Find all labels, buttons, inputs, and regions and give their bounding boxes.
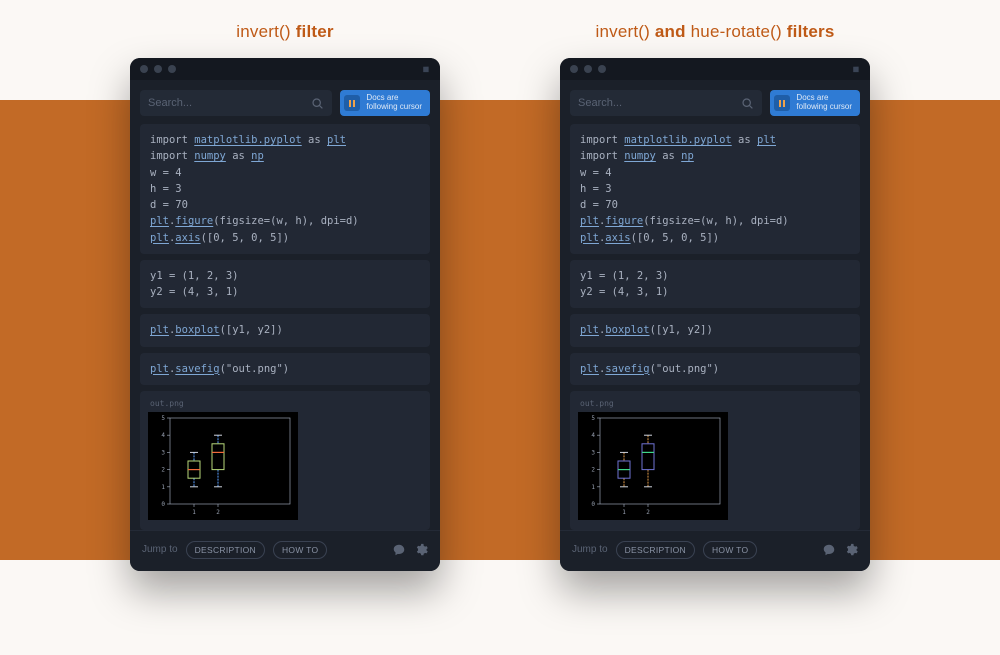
code-cell-3[interactable]: plt.boxplot([y1, y2]) xyxy=(570,314,860,346)
link-matplotlib[interactable]: matplotlib.pyplot xyxy=(194,134,301,146)
link-figure[interactable]: figure xyxy=(175,215,213,227)
svg-text:3: 3 xyxy=(161,449,165,456)
code-cell-4[interactable]: plt.savefig("out.png") xyxy=(570,353,860,385)
howto-button[interactable]: HOW TO xyxy=(703,541,757,559)
svg-text:1: 1 xyxy=(192,509,196,516)
traffic-lights xyxy=(570,65,606,73)
jump-to-label: Jump to xyxy=(142,544,178,555)
footer: Jump to DESCRIPTION HOW TO xyxy=(130,530,440,571)
svg-text:2: 2 xyxy=(646,509,650,516)
output-panel: out.png 0 1 2 3 4 5 1 2 xyxy=(570,391,860,530)
search-input[interactable] xyxy=(148,97,311,109)
output-filename: out.png xyxy=(148,397,184,410)
titlebar: ◆ xyxy=(560,58,870,80)
svg-text:0: 0 xyxy=(591,501,595,508)
search-icon xyxy=(311,97,324,110)
link-figure[interactable]: figure xyxy=(605,215,643,227)
titlebar: ◆ xyxy=(130,58,440,80)
description-button[interactable]: DESCRIPTION xyxy=(616,541,695,559)
code-cell-1[interactable]: import matplotlib.pyplot as plt import n… xyxy=(570,124,860,254)
svg-text:5: 5 xyxy=(591,415,595,422)
chat-icon[interactable] xyxy=(822,543,836,557)
code-area: import matplotlib.pyplot as plt import n… xyxy=(560,124,870,530)
caption-right: invert() and hue-rotate() filters xyxy=(595,22,834,42)
docs-follow-label: Docs are following cursor xyxy=(366,94,422,112)
link-boxplot[interactable]: boxplot xyxy=(175,324,219,336)
columns-container: invert() filter ◆ Docs are xyxy=(0,0,1000,571)
description-button[interactable]: DESCRIPTION xyxy=(186,541,265,559)
svg-text:1: 1 xyxy=(591,484,595,491)
svg-text:2: 2 xyxy=(216,509,220,516)
toolbar: Docs are following cursor xyxy=(130,80,440,124)
boxplot-output-right: 0 1 2 3 4 5 1 2 xyxy=(578,412,728,520)
window-max-dot[interactable] xyxy=(168,65,176,73)
pause-icon xyxy=(774,95,790,111)
kite-logo-icon: ◆ xyxy=(850,62,863,75)
code-cell-2[interactable]: y1 = (1, 2, 3) y2 = (4, 3, 1) xyxy=(140,260,430,309)
output-panel: out.png 0 1 2 3 4 5 1 2 xyxy=(140,391,430,530)
code-area: import matplotlib.pyplot as plt import n… xyxy=(130,124,440,530)
link-numpy[interactable]: numpy xyxy=(194,150,226,162)
code-cell-2[interactable]: y1 = (1, 2, 3) y2 = (4, 3, 1) xyxy=(570,260,860,309)
link-numpy[interactable]: numpy xyxy=(624,150,656,162)
link-plt[interactable]: plt xyxy=(757,134,776,146)
svg-text:0: 0 xyxy=(161,501,165,508)
howto-button[interactable]: HOW TO xyxy=(273,541,327,559)
column-right: invert() and hue-rotate() filters ◆ xyxy=(555,22,875,571)
link-np[interactable]: np xyxy=(681,150,694,162)
search-icon xyxy=(741,97,754,110)
caption-left-fn: invert() xyxy=(236,22,291,41)
docs-follow-button[interactable]: Docs are following cursor xyxy=(770,90,860,116)
svg-text:4: 4 xyxy=(591,432,595,439)
link-savefig[interactable]: savefig xyxy=(605,363,649,375)
window-close-dot[interactable] xyxy=(570,65,578,73)
search-box[interactable] xyxy=(570,90,762,116)
column-left: invert() filter ◆ Docs are xyxy=(125,22,445,571)
kite-logo-icon: ◆ xyxy=(420,62,433,75)
caption-right-suffix: filters xyxy=(782,22,835,41)
link-axis[interactable]: axis xyxy=(605,232,630,244)
link-matplotlib[interactable]: matplotlib.pyplot xyxy=(624,134,731,146)
svg-text:3: 3 xyxy=(591,449,595,456)
svg-text:1: 1 xyxy=(161,484,165,491)
window-min-dot[interactable] xyxy=(154,65,162,73)
link-plt[interactable]: plt xyxy=(327,134,346,146)
svg-text:1: 1 xyxy=(622,509,626,516)
caption-left-suffix: filter xyxy=(291,22,334,41)
window-close-dot[interactable] xyxy=(140,65,148,73)
code-cell-4[interactable]: plt.savefig("out.png") xyxy=(140,353,430,385)
footer: Jump to DESCRIPTION HOW TO xyxy=(560,530,870,571)
pause-icon xyxy=(344,95,360,111)
boxplot-output-left: 0 1 2 3 4 5 1 2 xyxy=(148,412,298,520)
caption-right-fn1: invert() xyxy=(595,22,650,41)
link-savefig[interactable]: savefig xyxy=(175,363,219,375)
link-boxplot[interactable]: boxplot xyxy=(605,324,649,336)
svg-text:2: 2 xyxy=(591,467,595,474)
jump-to-label: Jump to xyxy=(572,544,608,555)
link-np[interactable]: np xyxy=(251,150,264,162)
svg-text:4: 4 xyxy=(161,432,165,439)
docs-follow-button[interactable]: Docs are following cursor xyxy=(340,90,430,116)
gear-icon[interactable] xyxy=(414,543,428,557)
docs-follow-label: Docs are following cursor xyxy=(796,94,852,112)
code-cell-3[interactable]: plt.boxplot([y1, y2]) xyxy=(140,314,430,346)
caption-right-mid: and xyxy=(650,22,691,41)
app-window-right: ◆ Docs are following cursor import matpl… xyxy=(560,58,870,571)
gear-icon[interactable] xyxy=(844,543,858,557)
link-axis[interactable]: axis xyxy=(175,232,200,244)
search-input[interactable] xyxy=(578,97,741,109)
svg-text:5: 5 xyxy=(161,415,165,422)
toolbar: Docs are following cursor xyxy=(560,80,870,124)
window-max-dot[interactable] xyxy=(598,65,606,73)
traffic-lights xyxy=(140,65,176,73)
output-filename: out.png xyxy=(578,397,614,410)
caption-left: invert() filter xyxy=(236,22,333,42)
window-min-dot[interactable] xyxy=(584,65,592,73)
code-cell-1[interactable]: import matplotlib.pyplot as plt import n… xyxy=(140,124,430,254)
app-window-left: ◆ Docs are following cursor import matpl… xyxy=(130,58,440,571)
svg-text:2: 2 xyxy=(161,467,165,474)
search-box[interactable] xyxy=(140,90,332,116)
chat-icon[interactable] xyxy=(392,543,406,557)
caption-right-fn2: hue-rotate() xyxy=(691,22,782,41)
